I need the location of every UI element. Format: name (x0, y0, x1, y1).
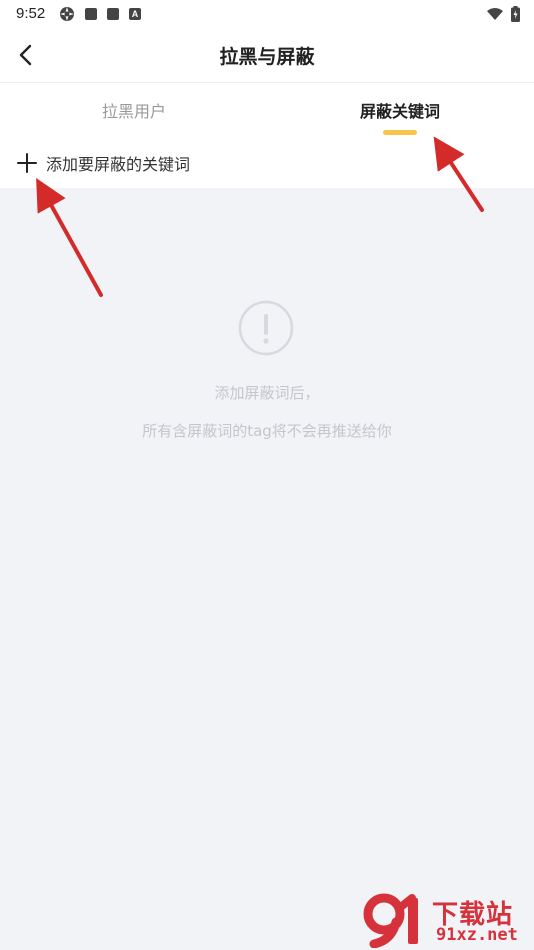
system-icons (487, 6, 520, 22)
letter-a-icon: A (129, 8, 141, 20)
navigation-bar: 拉黑与屏蔽 (0, 28, 534, 83)
exclamation-icon (238, 300, 294, 356)
tab-blocked-users[interactable]: 拉黑用户 (102, 98, 166, 122)
status-bar: 9:52 A (0, 0, 534, 28)
status-time: 9:52 (16, 5, 46, 22)
arrow-to-add-button (36, 178, 103, 297)
battery-icon (511, 6, 520, 22)
add-keyword-button[interactable]: 添加要屏蔽的关键词 (16, 148, 190, 178)
square-icon (85, 8, 97, 20)
watermark-logo: 下载站 91xz.net (362, 892, 532, 948)
wifi-icon (487, 7, 503, 20)
notification-icons: A (59, 6, 141, 22)
empty-message-line2: 所有含屏蔽词的tag将不会再推送给你 (142, 422, 392, 440)
square-icon (107, 8, 119, 20)
tab-blocked-keywords[interactable]: 屏蔽关键词 (360, 98, 440, 122)
empty-message-line1: 添加屏蔽词后， (214, 384, 320, 402)
add-keyword-label: 添加要屏蔽的关键词 (46, 155, 191, 174)
aperture-icon (60, 7, 74, 21)
plus-icon (17, 153, 37, 173)
active-tab-indicator (383, 130, 417, 135)
logo-91-icon (363, 893, 418, 948)
page-title: 拉黑与屏蔽 (219, 46, 315, 68)
watermark-domain: 91xz.net (436, 925, 518, 945)
